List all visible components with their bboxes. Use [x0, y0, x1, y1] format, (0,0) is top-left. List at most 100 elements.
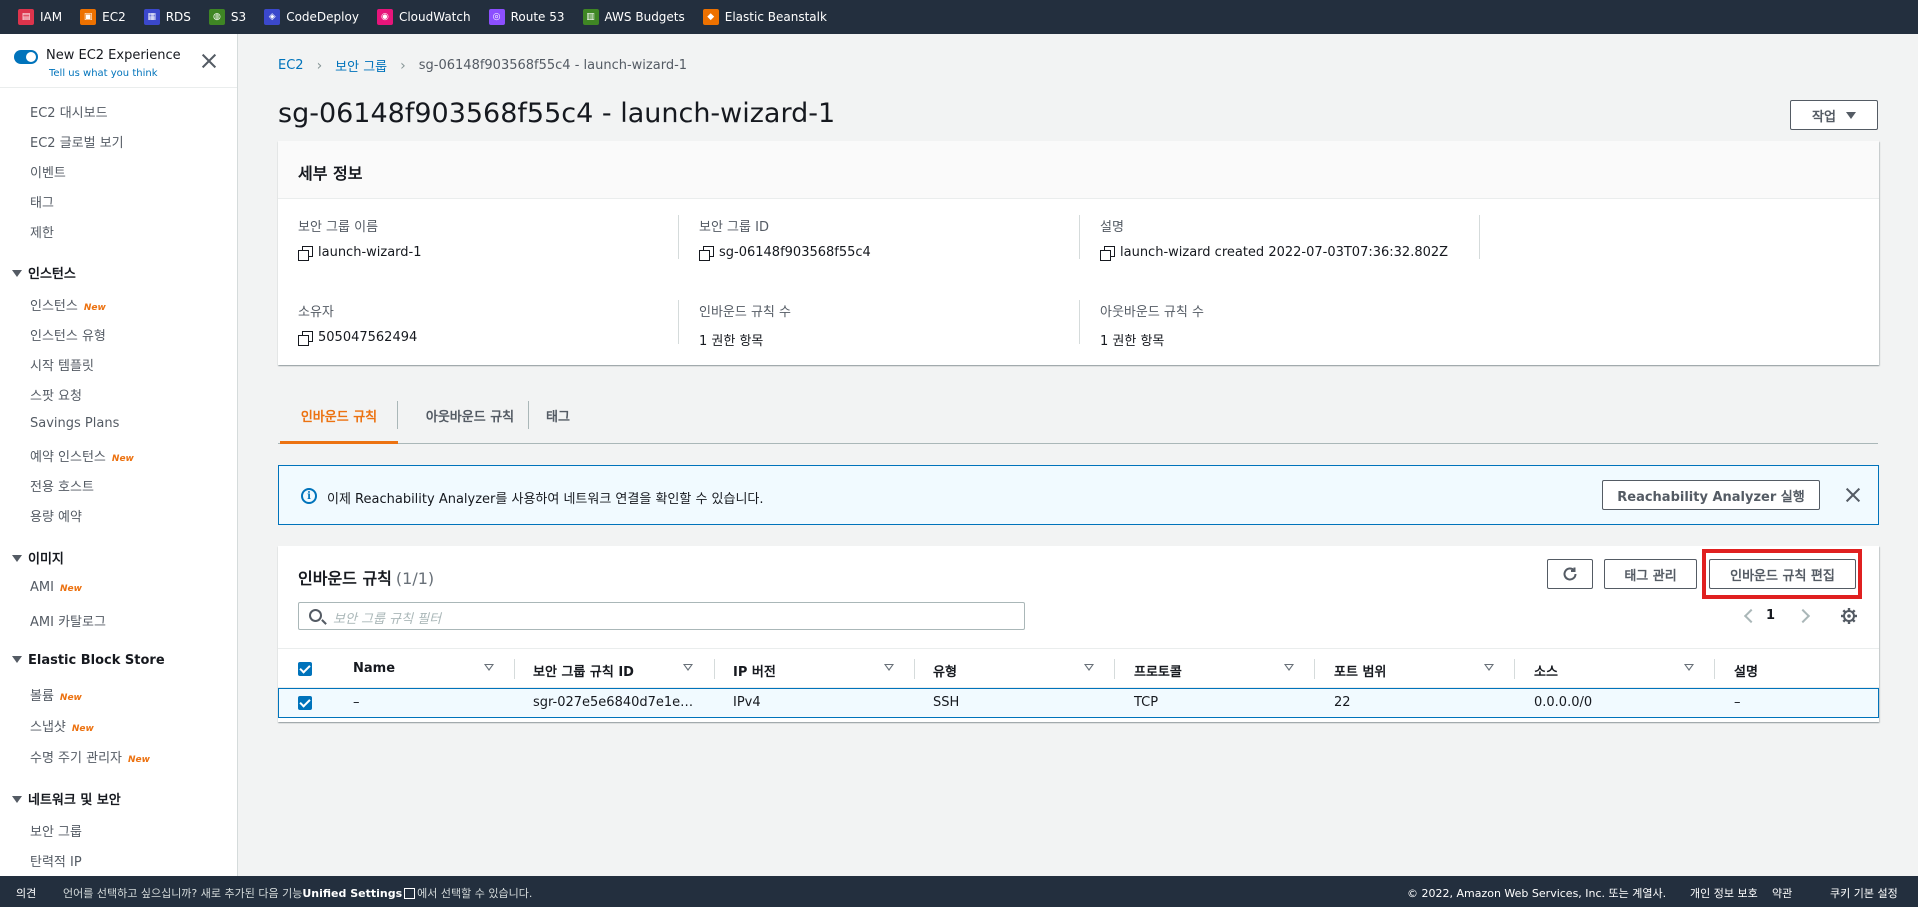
feedback-link[interactable]: Tell us what you think — [49, 68, 158, 79]
fav-codedeploy[interactable]: ◈ CodeDeploy — [264, 9, 359, 25]
terms-link[interactable]: 약관 — [1772, 885, 1792, 901]
caret-down-icon — [12, 796, 22, 803]
breadcrumb-security-groups[interactable]: 보안 그룹 — [335, 56, 387, 75]
page-number[interactable]: 1 — [1766, 608, 1775, 623]
copy-icon[interactable] — [1100, 245, 1115, 261]
col-type[interactable]: 유형 — [933, 661, 957, 680]
sort-icon[interactable] — [1084, 664, 1094, 671]
sidebar-item-security-groups[interactable]: 보안 그룹 — [30, 821, 82, 840]
unified-settings-link[interactable]: Unified Settings — [302, 887, 402, 900]
field-sg-name: 보안 그룹 이름 launch-wizard-1 — [298, 220, 422, 261]
manage-tags-button[interactable]: 태그 관리 — [1604, 559, 1697, 589]
fav-beanstalk[interactable]: ◆ Elastic Beanstalk — [702, 9, 827, 25]
select-all-checkbox[interactable] — [298, 662, 312, 676]
sidebar-item-capacity-reservations[interactable]: 용량 예약 — [30, 506, 82, 525]
field-owner: 소유자 505047562494 — [298, 305, 418, 346]
table-row[interactable]: – sgr-027e5e6840d7e1e… IPv4 SSH TCP 22 0… — [278, 688, 1879, 718]
new-experience-toggle[interactable] — [14, 50, 38, 64]
rules-title: 인바운드 규칙 (1/1) — [298, 569, 435, 588]
sidebar-item-lifecycle-manager[interactable]: 수명 주기 관리자 New — [30, 747, 150, 766]
col-ip-version[interactable]: IP 버전 — [733, 661, 776, 680]
new-experience-title: New EC2 Experience — [46, 48, 181, 63]
sidebar-item-limits[interactable]: 제한 — [30, 222, 54, 241]
cookie-preferences-link[interactable]: 쿠키 기본 설정 — [1830, 885, 1898, 901]
sidebar-item-dedicated-hosts[interactable]: 전용 호스트 — [30, 476, 94, 495]
sidebar-item-instances[interactable]: 인스턴스 New — [30, 295, 106, 314]
footer: 의견 언어를 선택하고 싶으십니까? 새로 추가된 다음 기능Unified S… — [0, 876, 1918, 907]
actions-button[interactable]: 작업 — [1790, 100, 1878, 130]
col-description[interactable]: 설명 — [1734, 661, 1758, 680]
fav-iam[interactable]: ▤ IAM — [18, 9, 62, 25]
refresh-button[interactable] — [1547, 559, 1593, 589]
sidebar-item-snapshots[interactable]: 스냅샷 New — [30, 716, 94, 735]
language-notice: 언어를 선택하고 싶으십니까? 새로 추가된 다음 기능Unified Sett… — [63, 887, 533, 900]
sidebar-item-ami[interactable]: AMI New — [30, 580, 82, 595]
sidebar-section-images[interactable]: 이미지 — [12, 548, 64, 567]
breadcrumb-ec2[interactable]: EC2 — [278, 58, 304, 73]
run-reachability-analyzer-button[interactable]: Reachability Analyzer 실행 — [1602, 480, 1820, 510]
sort-icon[interactable] — [484, 664, 494, 671]
favorites-bar: ▤ IAM ▣ EC2 ▦ RDS ◍ S3 ◈ CodeDeploy ◉ CloudWat… — [0, 0, 1918, 34]
sidebar-item-ami-catalog[interactable]: AMI 카탈로그 — [30, 611, 106, 630]
beanstalk-icon: ◆ — [702, 9, 719, 25]
sort-icon[interactable] — [1284, 664, 1294, 671]
sidebar-item-reserved-instances[interactable]: 예약 인스턴스 New — [30, 446, 134, 465]
sidebar-section-ebs[interactable]: Elastic Block Store — [12, 653, 165, 668]
fav-budgets[interactable]: ▥ AWS Budgets — [582, 9, 685, 25]
close-icon[interactable] — [1842, 484, 1864, 506]
cell-description: – — [1734, 695, 1741, 710]
inbound-rules-panel: 인바운드 규칙 (1/1) 태그 관리 인바운드 규칙 편집 보안 그룹 규칙 필… — [278, 546, 1879, 722]
sort-icon[interactable] — [1484, 664, 1494, 671]
chevron-right-icon[interactable] — [1795, 608, 1811, 624]
feedback-link[interactable]: 의견 — [16, 885, 36, 901]
cell-port-range: 22 — [1334, 695, 1351, 710]
privacy-link[interactable]: 개인 정보 보호 — [1690, 885, 1758, 901]
col-source[interactable]: 소스 — [1534, 661, 1558, 680]
edit-inbound-rules-button[interactable]: 인바운드 규칙 편집 — [1709, 559, 1856, 589]
sidebar-item-savings-plans[interactable]: Savings Plans — [30, 416, 119, 431]
sidebar-item-events[interactable]: 이벤트 — [30, 162, 66, 181]
tab-inbound-rules[interactable]: 인바운드 규칙 — [280, 390, 398, 444]
fav-cloudwatch[interactable]: ◉ CloudWatch — [376, 9, 471, 25]
search-input[interactable]: 보안 그룹 규칙 필터 — [298, 602, 1025, 630]
sort-icon[interactable] — [884, 664, 894, 671]
sidebar-item-global-view[interactable]: EC2 글로벌 보기 — [30, 132, 124, 151]
sidebar-item-elastic-ips[interactable]: 탄력적 IP — [30, 851, 82, 870]
copy-icon[interactable] — [298, 245, 313, 261]
sidebar-item-spot-requests[interactable]: 스팟 요청 — [30, 385, 82, 404]
chevron-right-icon: › — [316, 57, 323, 74]
tab-outbound-rules[interactable]: 아웃바운드 규칙 — [402, 390, 538, 444]
sidebar-item-volumes[interactable]: 볼륨 New — [30, 685, 82, 704]
sidebar-section-network[interactable]: 네트워크 및 보안 — [12, 789, 121, 808]
sidebar-item-launch-templates[interactable]: 시작 템플릿 — [30, 355, 94, 374]
copy-icon[interactable] — [298, 330, 313, 346]
sort-icon[interactable] — [1684, 664, 1694, 671]
refresh-icon — [1563, 567, 1577, 581]
fav-rds[interactable]: ▦ RDS — [143, 9, 191, 25]
row-checkbox[interactable] — [298, 696, 312, 710]
new-badge: New — [128, 755, 150, 765]
col-name[interactable]: Name — [353, 661, 395, 676]
col-protocol[interactable]: 프로토콜 — [1134, 661, 1182, 680]
sidebar-item-instance-types[interactable]: 인스턴스 유형 — [30, 325, 106, 344]
divider — [528, 401, 529, 429]
copyright: © 2022, Amazon Web Services, Inc. 또는 계열사… — [1407, 887, 1667, 900]
sidebar-section-instances[interactable]: 인스턴스 — [12, 263, 76, 282]
sort-icon[interactable] — [683, 664, 693, 671]
col-rule-id[interactable]: 보안 그룹 규칙 ID — [533, 661, 634, 680]
fav-route53[interactable]: ◎ Route 53 — [488, 9, 565, 25]
sidebar-item-tags[interactable]: 태그 — [30, 192, 54, 211]
close-icon[interactable] — [200, 52, 218, 70]
divider — [1079, 300, 1080, 344]
col-port-range[interactable]: 포트 범위 — [1334, 661, 1386, 680]
fav-ec2[interactable]: ▣ EC2 — [80, 9, 126, 25]
cell-name: – — [353, 695, 360, 710]
cell-source: 0.0.0.0/0 — [1534, 695, 1593, 710]
s3-icon: ◍ — [208, 9, 225, 25]
fav-s3[interactable]: ◍ S3 — [208, 9, 246, 25]
gear-icon[interactable] — [1840, 607, 1858, 625]
chevron-left-icon[interactable] — [1743, 608, 1759, 624]
tab-tags[interactable]: 태그 — [534, 390, 582, 444]
sidebar-item-ec2-dashboard[interactable]: EC2 대시보드 — [30, 102, 108, 121]
copy-icon[interactable] — [699, 245, 714, 261]
